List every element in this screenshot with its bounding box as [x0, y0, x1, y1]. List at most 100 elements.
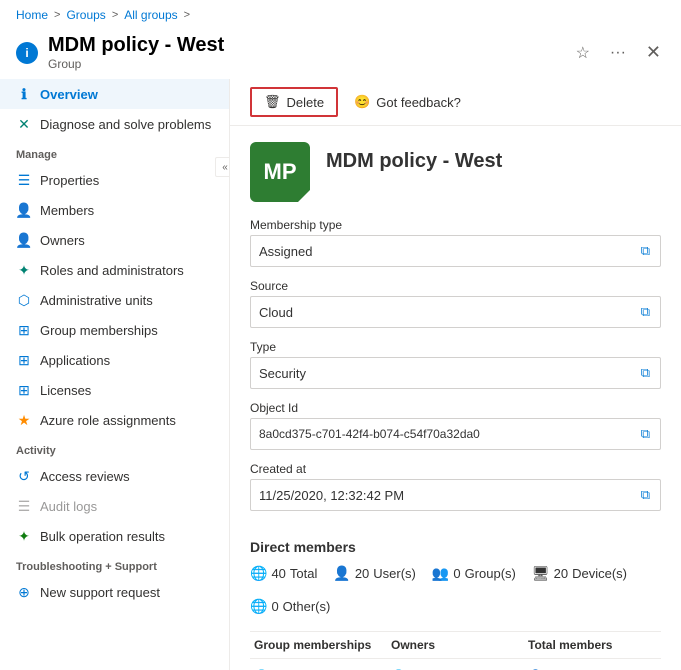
breadcrumb-groups[interactable]: Groups — [66, 8, 105, 22]
feedback-icon: 😊 — [354, 94, 370, 110]
type-label: Type — [250, 340, 661, 354]
toolbar: 🗑 Delete 😊 Got feedback? — [230, 79, 681, 126]
others-icon: 🌐 — [250, 598, 267, 615]
group-name: MDM policy - West — [326, 142, 502, 173]
table-col-group-memberships: Group memberships — [250, 636, 387, 654]
sidebar-item-audit-logs[interactable]: ☰ Audit logs — [0, 491, 229, 521]
total-label: Total — [290, 566, 317, 581]
properties-icon: ☰ — [16, 172, 32, 188]
sidebar-item-members[interactable]: 👤 Members — [0, 195, 229, 225]
sidebar-item-roles[interactable]: ✦ Roles and administrators — [0, 255, 229, 285]
sidebar-item-licenses[interactable]: ⊞ Licenses — [0, 375, 229, 405]
breadcrumb-home[interactable]: Home — [16, 8, 48, 22]
field-type: Type Security ⧉ — [250, 340, 661, 389]
sidebar-item-applications[interactable]: ⊞ Applications — [0, 345, 229, 375]
sidebar-item-owners[interactable]: 👤 Owners — [0, 225, 229, 255]
admin-units-icon: ⬡ — [16, 292, 32, 308]
overview-section: MP MDM policy - West Membership type Ass… — [230, 126, 681, 539]
breadcrumb-all-groups[interactable]: All groups — [124, 8, 177, 22]
page-header: i MDM policy - West Group ☆ ··· ✕ — [0, 30, 681, 79]
overview-icon: ℹ — [16, 86, 32, 102]
roles-icon: ✦ — [16, 262, 32, 278]
table-header-row: Group memberships Owners Total members — [250, 636, 661, 659]
group-avatar: MP — [250, 142, 310, 202]
sidebar-item-properties[interactable]: ☰ Properties — [0, 165, 229, 195]
users-icon: 👤 — [333, 565, 350, 582]
owners-icon: 👤 — [16, 232, 32, 248]
delete-button[interactable]: 🗑 Delete — [250, 87, 338, 117]
diagnose-icon: ✕ — [16, 116, 32, 132]
sidebar-item-group-memberships[interactable]: ⊞ Group memberships — [0, 315, 229, 345]
sidebar-item-properties-label: Properties — [40, 173, 99, 188]
sidebar-item-bulk-ops[interactable]: ✦ Bulk operation results — [0, 521, 229, 551]
field-source: Source Cloud ⧉ — [250, 279, 661, 328]
field-membership-type: Membership type Assigned ⧉ — [250, 218, 661, 267]
page-subtitle: Group — [48, 57, 224, 71]
devices-value: 20 — [554, 566, 568, 581]
source-value: Cloud — [259, 305, 293, 320]
sidebar: « ℹ Overview ✕ Diagnose and solve proble… — [0, 79, 230, 670]
devices-label: Device(s) — [572, 566, 627, 581]
total-value: 40 — [271, 566, 285, 581]
sidebar-item-azure-role[interactable]: ★ Azure role assignments — [0, 405, 229, 435]
sidebar-section-troubleshoot: Troubleshooting + Support — [0, 551, 229, 577]
groups-value: 0 — [453, 566, 460, 581]
membership-type-label: Membership type — [250, 218, 661, 232]
delete-label: Delete — [287, 95, 325, 110]
close-button[interactable]: ✕ — [642, 38, 665, 67]
others-value: 0 — [271, 599, 278, 614]
table-divider — [250, 631, 661, 632]
sidebar-item-licenses-label: Licenses — [40, 383, 91, 398]
stat-others: 🌐 0 Other(s) — [250, 598, 330, 615]
sidebar-item-access-reviews-label: Access reviews — [40, 469, 130, 484]
sidebar-item-roles-label: Roles and administrators — [40, 263, 184, 278]
applications-icon: ⊞ — [16, 352, 32, 368]
page-title: MDM policy - West — [48, 34, 224, 57]
sidebar-item-overview[interactable]: ℹ Overview — [0, 79, 229, 109]
membership-type-copy[interactable]: ⧉ — [639, 243, 652, 259]
others-label: Other(s) — [283, 599, 331, 614]
app-root: Home > Groups > All groups > i MDM polic… — [0, 0, 681, 670]
sidebar-item-owners-label: Owners — [40, 233, 85, 248]
stat-users: 👤 20 User(s) — [333, 565, 416, 582]
sidebar-item-diagnose[interactable]: ✕ Diagnose and solve problems — [0, 109, 229, 139]
pin-button[interactable]: ☆ — [572, 39, 594, 67]
membership-type-value-box: Assigned ⧉ — [250, 235, 661, 267]
object-id-value: 8a0cd375-c701-42f4-b074-c54f70a32da0 — [259, 427, 480, 441]
group-memberships-icon: ⊞ — [16, 322, 32, 338]
created-at-copy[interactable]: ⧉ — [639, 487, 652, 503]
source-copy[interactable]: ⧉ — [639, 304, 652, 320]
sidebar-item-admin-units-label: Administrative units — [40, 293, 153, 308]
breadcrumb: Home > Groups > All groups > — [0, 0, 681, 30]
object-id-copy[interactable]: ⧉ — [639, 426, 652, 442]
sidebar-item-bulk-ops-label: Bulk operation results — [40, 529, 165, 544]
stat-groups: 👥 0 Group(s) — [432, 565, 516, 582]
sidebar-item-members-label: Members — [40, 203, 94, 218]
users-value: 20 — [355, 566, 369, 581]
sidebar-item-overview-label: Overview — [40, 87, 98, 102]
page-title-block: MDM policy - West Group — [48, 34, 224, 71]
field-object-id: Object Id 8a0cd375-c701-42f4-b074-c54f70… — [250, 401, 661, 450]
members-icon: 👤 — [16, 202, 32, 218]
bottom-table: Group memberships Owners Total members 🌐… — [230, 631, 681, 670]
members-stats: 🌐 40 Total 👤 20 User(s) 👥 0 Group(s) — [250, 565, 661, 615]
membership-type-value: Assigned — [259, 244, 312, 259]
stat-total: 🌐 40 Total — [250, 565, 317, 582]
sidebar-item-group-memberships-label: Group memberships — [40, 323, 158, 338]
bulk-ops-icon: ✦ — [16, 528, 32, 544]
sidebar-collapse-button[interactable]: « — [215, 157, 230, 177]
type-copy[interactable]: ⧉ — [639, 365, 652, 381]
object-id-value-box: 8a0cd375-c701-42f4-b074-c54f70a32da0 ⧉ — [250, 418, 661, 450]
feedback-label: Got feedback? — [376, 95, 461, 110]
new-support-icon: ⊕ — [16, 584, 32, 600]
sidebar-item-access-reviews[interactable]: ↺ Access reviews — [0, 461, 229, 491]
feedback-button[interactable]: 😊 Got feedback? — [346, 89, 469, 115]
sidebar-item-admin-units[interactable]: ⬡ Administrative units — [0, 285, 229, 315]
more-button[interactable]: ··· — [606, 40, 630, 66]
groups-icon: 👥 — [432, 565, 449, 582]
sidebar-item-azure-role-label: Azure role assignments — [40, 413, 176, 428]
created-at-value-box: 11/25/2020, 12:32:42 PM ⧉ — [250, 479, 661, 511]
breadcrumb-sep-2: > — [112, 9, 118, 21]
sidebar-item-new-support-label: New support request — [40, 585, 160, 600]
sidebar-item-new-support[interactable]: ⊕ New support request — [0, 577, 229, 607]
